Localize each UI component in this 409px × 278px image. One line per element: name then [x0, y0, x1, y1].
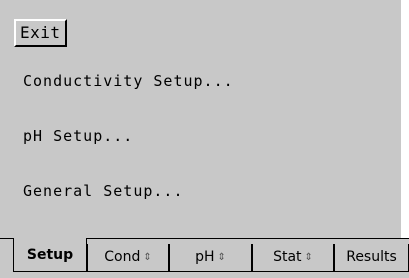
tab-bar: Setup Cond ⇕ pH ⇕ Stat ⇕ Results [0, 238, 409, 278]
tab-stat[interactable]: Stat ⇕ [252, 244, 334, 272]
conductivity-setup-item[interactable]: Conductivity Setup... [23, 72, 234, 90]
sort-arrows-icon: ⇕ [217, 252, 226, 263]
tab-cond[interactable]: Cond ⇕ [87, 244, 169, 272]
tab-results[interactable]: Results [334, 244, 409, 272]
tab-results-label: Results [346, 249, 397, 265]
tab-cond-label: Cond [104, 249, 141, 265]
exit-button[interactable]: Exit [14, 19, 67, 47]
sort-arrows-icon: ⇕ [143, 252, 152, 263]
ph-setup-item[interactable]: pH Setup... [23, 127, 133, 145]
general-setup-item[interactable]: General Setup... [23, 182, 184, 200]
sort-arrows-icon: ⇕ [304, 252, 313, 263]
tab-ph-label: pH [195, 249, 215, 265]
setup-panel: Exit Conductivity Setup... pH Setup... G… [0, 0, 401, 240]
tab-setup-label: Setup [26, 247, 74, 263]
tab-ph[interactable]: pH ⇕ [169, 244, 252, 272]
tab-stat-label: Stat [273, 249, 302, 265]
tab-setup[interactable]: Setup [13, 238, 87, 272]
